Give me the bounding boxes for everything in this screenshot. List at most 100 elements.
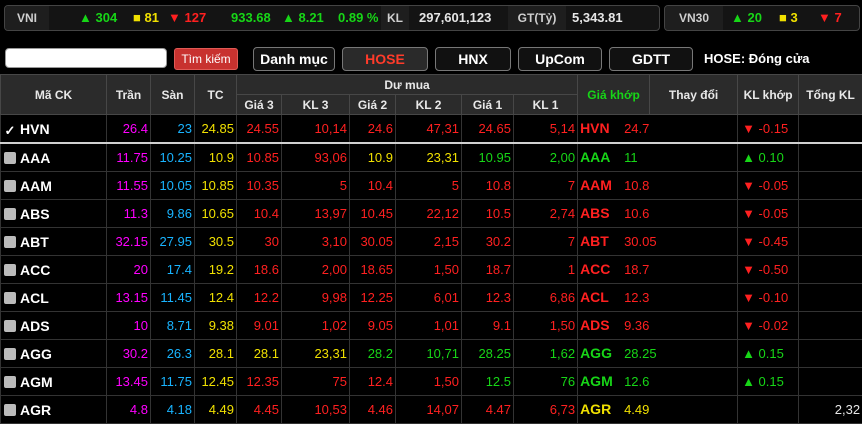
bid1-price-cell: 4.47 — [462, 396, 514, 424]
vn30-advances: ▲ 20 — [731, 6, 762, 30]
match-price: 10.8 — [624, 178, 649, 193]
ref-cell: 10.85 — [195, 172, 237, 200]
match-cell: AAA11 — [578, 143, 738, 172]
floor-cell: 8.71 — [151, 312, 195, 340]
bid1-price-cell: 18.7 — [462, 256, 514, 284]
checkbox-icon[interactable] — [4, 320, 16, 332]
header-kl3[interactable]: KL 3 — [282, 95, 350, 115]
symbol-cell[interactable]: ABS — [1, 200, 107, 228]
bid1-volume-cell: 1 — [514, 256, 578, 284]
checkbox-icon[interactable] — [4, 180, 16, 192]
bid1-volume-cell: 7 — [514, 228, 578, 256]
checkbox-icon[interactable] — [4, 264, 16, 276]
change-cell: ▼ -0.05 — [738, 200, 799, 228]
change-cell: ▲ 0.15 — [738, 340, 799, 368]
match-price: 4.49 — [624, 402, 649, 417]
bid2-price-cell: 4.46 — [350, 396, 396, 424]
ref-cell: 9.38 — [195, 312, 237, 340]
bid2-price-cell: 28.2 — [350, 340, 396, 368]
bid3-price-cell: 24.55 — [237, 115, 282, 144]
table-row[interactable]: ABS11.39.8610.6510.413,9710.4522,1210.52… — [1, 200, 862, 228]
bid1-volume-cell: 6,73 — [514, 396, 578, 424]
header-kl1[interactable]: KL 1 — [514, 95, 578, 115]
bid2-volume-cell: 10,71 — [396, 340, 462, 368]
header-bid2[interactable]: Giá 2 — [350, 95, 396, 115]
match-code: ABT — [580, 228, 624, 254]
table-row[interactable]: AAM11.5510.0510.8510.35510.4510.87AAM10.… — [1, 172, 862, 200]
table-row[interactable]: ADS108.719.389.011,029.051,019.11,50ADS9… — [1, 312, 862, 340]
header-symbol[interactable]: Mã CK — [1, 75, 107, 115]
header-bid1[interactable]: Giá 1 — [462, 95, 514, 115]
header-total-volume[interactable]: Tổng KL — [799, 75, 862, 115]
checkbox-icon[interactable] — [4, 208, 16, 220]
match-code: ABS — [580, 200, 624, 226]
header-match-price[interactable]: Giá khớp — [578, 75, 650, 115]
table-row[interactable]: ✓HVN26.42324.8524.5510,1424.647,3124.655… — [1, 115, 862, 144]
symbol-cell[interactable]: ACL — [1, 284, 107, 312]
tab-gdtt[interactable]: GDTT — [609, 47, 693, 71]
table-row[interactable]: AAA11.7510.2510.910.8593,0610.923,3110.9… — [1, 143, 862, 172]
checkbox-icon[interactable] — [4, 292, 16, 304]
header-ref[interactable]: TC — [195, 75, 237, 115]
symbol-cell[interactable]: AGR — [1, 396, 107, 424]
table-row[interactable]: AGG30.226.328.128.123,3128.210,7128.251,… — [1, 340, 862, 368]
symbol-cell[interactable]: ACC — [1, 256, 107, 284]
search-input[interactable] — [5, 48, 167, 68]
table-row[interactable]: ACC2017.419.218.62,0018.651,5018.71ACC18… — [1, 256, 862, 284]
bid3-volume-cell: 10,14 — [282, 115, 350, 144]
match-code: AGR — [580, 396, 624, 422]
header-ceiling[interactable]: Trần — [107, 75, 151, 115]
table-row[interactable]: AGM13.4511.7512.4512.357512.41,5012.576A… — [1, 368, 862, 396]
match-volume-cell — [799, 200, 862, 228]
ref-cell: 19.2 — [195, 256, 237, 284]
header-match-volume[interactable]: KL khớp — [738, 75, 799, 115]
ref-cell: 10.65 — [195, 200, 237, 228]
table-row[interactable]: ABT32.1527.9530.5303,1030.052,1530.27ABT… — [1, 228, 862, 256]
vni-index-panel[interactable]: VNI ▲ 304 ■ 81 ▼ 127 933.68 ▲ 8.21 0.89 … — [4, 5, 660, 31]
ref-cell: 30.5 — [195, 228, 237, 256]
symbol-cell[interactable]: AGM — [1, 368, 107, 396]
table-row[interactable]: ACL13.1511.4512.412.29,9812.256,0112.36,… — [1, 284, 862, 312]
market-status: HOSE: Đóng cửa — [704, 47, 809, 71]
tab-watchlist[interactable]: Danh mục — [253, 47, 335, 71]
symbol-cell[interactable]: AGG — [1, 340, 107, 368]
checkbox-icon[interactable] — [4, 152, 16, 164]
floor-cell: 10.25 — [151, 143, 195, 172]
match-volume-cell: 2,32 — [799, 396, 862, 424]
change-cell: ▲ 0.15 — [738, 368, 799, 396]
bid3-price-cell: 10.85 — [237, 143, 282, 172]
match-price: 10.6 — [624, 206, 649, 221]
symbol-cell[interactable]: ✓HVN — [1, 115, 107, 144]
bid2-volume-cell: 5 — [396, 172, 462, 200]
match-cell: HVN24.7 — [578, 115, 738, 144]
checkbox-icon[interactable] — [4, 348, 16, 360]
match-cell: ACC18.7 — [578, 256, 738, 284]
tab-upcom[interactable]: UpCom — [518, 47, 602, 71]
tab-hose[interactable]: HOSE — [342, 47, 428, 71]
symbol-cell[interactable]: AAM — [1, 172, 107, 200]
tab-hnx[interactable]: HNX — [435, 47, 511, 71]
header-bid3[interactable]: Giá 3 — [237, 95, 282, 115]
checkbox-icon[interactable] — [4, 404, 16, 416]
ref-cell: 28.1 — [195, 340, 237, 368]
table-row[interactable]: AGR4.84.184.494.4510,534.4614,074.476,73… — [1, 396, 862, 424]
symbol-label: AGM — [20, 374, 53, 390]
bid2-volume-cell: 14,07 — [396, 396, 462, 424]
match-cell: ADS9.36 — [578, 312, 738, 340]
vn30-index-panel[interactable]: VN30 ▲ 20 ■ 3 ▼ 7 — [664, 5, 860, 31]
checkbox-icon[interactable] — [4, 376, 16, 388]
header-kl2[interactable]: KL 2 — [396, 95, 462, 115]
match-price: 18.7 — [624, 262, 649, 277]
search-button[interactable]: Tìm kiếm — [174, 48, 238, 70]
symbol-cell[interactable]: ADS — [1, 312, 107, 340]
checkbox-icon[interactable] — [4, 236, 16, 248]
checkbox-checked-icon[interactable]: ✓ — [4, 125, 16, 137]
floor-cell: 17.4 — [151, 256, 195, 284]
header-change[interactable]: Thay đổi — [650, 75, 738, 115]
symbol-cell[interactable]: ABT — [1, 228, 107, 256]
symbol-cell[interactable]: AAA — [1, 143, 107, 172]
match-price: 9.36 — [624, 318, 649, 333]
bid3-volume-cell: 1,02 — [282, 312, 350, 340]
header-floor[interactable]: Sàn — [151, 75, 195, 115]
bid3-price-cell: 10.4 — [237, 200, 282, 228]
